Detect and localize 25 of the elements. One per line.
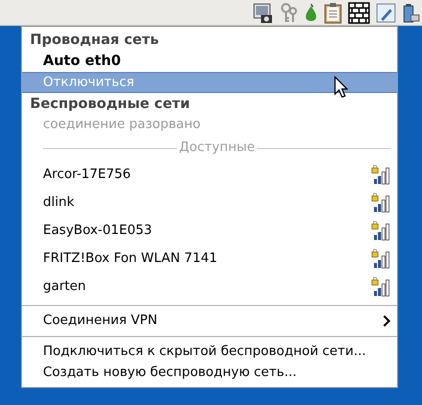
- network-item[interactable]: garten: [22, 273, 397, 301]
- brick-wall-icon[interactable]: [348, 2, 370, 24]
- mouse-pointer-icon: [334, 76, 348, 98]
- menu-item[interactable]: Auto eth0: [22, 51, 397, 72]
- menu-item[interactable]: Подключиться к скрытой беспроводной сети...: [22, 341, 397, 362]
- clipboard-icon[interactable]: [324, 2, 342, 24]
- network-item[interactable]: FRITZ!Box Fon WLAN 7141: [22, 245, 397, 273]
- connection-status: соединение разорвано: [43, 116, 201, 134]
- battery-plug-icon[interactable]: [402, 2, 420, 24]
- locked-signal-icon: [371, 249, 391, 269]
- locked-signal-icon: [371, 221, 391, 241]
- submenu-item[interactable]: Соединения VPN: [22, 310, 397, 332]
- section-label: Доступные: [179, 139, 255, 158]
- chevron-right-icon: [383, 315, 391, 327]
- monitor-icon[interactable]: [252, 2, 274, 24]
- pen-icon[interactable]: [376, 2, 396, 24]
- section-heading: Проводная сеть: [30, 30, 159, 50]
- section-heading: Беспроводные сети: [30, 94, 190, 114]
- network-item[interactable]: Arcor-17E756: [22, 161, 397, 189]
- menu-item[interactable]: Создать новую беспроводную сеть...: [22, 362, 397, 383]
- locked-signal-icon: [371, 165, 391, 185]
- locked-signal-icon: [371, 277, 391, 297]
- locked-signal-icon: [371, 193, 391, 213]
- network-item[interactable]: dlink: [22, 189, 397, 217]
- network-item[interactable]: EasyBox-01E053: [22, 217, 397, 245]
